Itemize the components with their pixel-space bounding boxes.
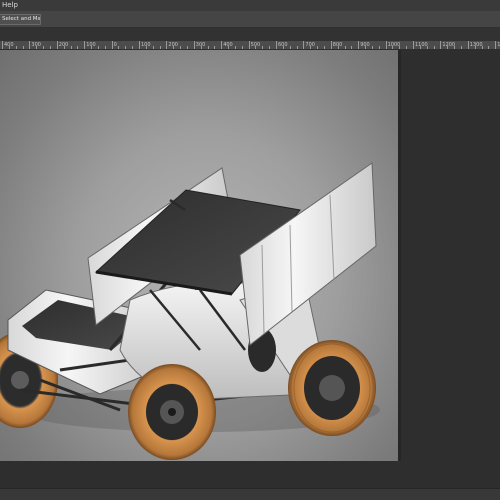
ruler-minor-tick [22,46,24,49]
menu-help[interactable]: Help [2,0,18,11]
ruler-minor-tick [132,46,134,49]
ruler-minor-tick [310,46,312,49]
ruler-minor-tick [159,46,161,49]
ruler-minor-tick [365,46,367,49]
ruler-major-tick [221,41,223,49]
ruler-major-tick [358,41,360,49]
ruler-major-tick [111,41,113,49]
ruler-minor-tick [392,46,394,49]
ruler-major-tick [330,41,332,49]
horizontal-ruler: 400 300 200 100 0 100 200 300 400 500 600 700 800 900… [0,41,500,50]
ruler-major-tick [139,41,140,49]
ruler-minor-tick [317,46,319,49]
sprint-car-illustration [0,162,380,460]
ruler-major-tick [2,41,3,49]
ruler-minor-tick [91,46,93,49]
ruler-major-tick [248,41,250,49]
ruler-major-tick [276,41,277,49]
ruler-minor-tick [399,46,401,49]
ruler-major-tick [84,41,86,49]
document-canvas[interactable] [0,50,398,461]
ruler-minor-tick [269,46,271,49]
ruler-minor-tick [454,46,456,49]
ruler-minor-tick [337,46,339,49]
ruler-minor-tick [481,46,483,49]
ruler-minor-tick [296,46,298,49]
ruler-minor-tick [323,46,325,49]
menu-bar: Help [0,0,500,11]
ruler-minor-tick [43,46,45,49]
ruler-minor-tick [344,46,346,49]
ruler-major-tick [413,41,414,49]
ruler-minor-tick [433,46,435,49]
ruler-major-tick [29,41,31,49]
ruler-minor-tick [152,46,154,49]
ruler-minor-tick [262,46,264,49]
ruler-minor-tick [419,46,421,49]
ruler-minor-tick [371,46,373,49]
ruler-minor-tick [474,46,476,49]
ruler-minor-tick [282,46,284,49]
ruler-minor-tick [488,46,490,49]
ruler-minor-tick [97,46,99,49]
ruler-minor-tick [49,46,51,49]
ruler-minor-tick [104,46,106,49]
document-tab-strip [0,28,500,41]
ruler-minor-tick [145,46,147,49]
ruler-major-tick [467,41,469,49]
ruler-major-tick [495,41,497,49]
ruler-minor-tick [406,46,408,49]
ruler-minor-tick [77,46,79,49]
status-bar [0,488,500,500]
document-edge [398,50,401,461]
ruler-label: 0 [113,42,117,48]
ruler-minor-tick [255,46,257,49]
ruler-minor-tick [180,46,182,49]
ruler-minor-tick [207,46,209,49]
select-and-mask-button[interactable]: Select and Mask... [0,14,41,25]
ruler-minor-tick [186,46,188,49]
ruler-major-tick [56,41,58,49]
canvas-area[interactable] [0,50,500,495]
ruler-minor-tick [200,46,202,49]
ruler-minor-tick [447,46,449,49]
ruler-minor-tick [460,46,462,49]
ruler-minor-tick [8,46,10,49]
ruler-minor-tick [15,46,17,49]
ruler-minor-tick [289,46,291,49]
ruler-minor-tick [426,46,428,49]
ruler-minor-tick [214,46,216,49]
ruler-minor-tick [63,46,65,49]
ruler-minor-tick [173,46,175,49]
ruler-major-tick [303,41,305,49]
ruler-minor-tick [378,46,380,49]
ruler-major-tick [385,41,387,49]
ruler-minor-tick [70,46,72,49]
ruler-minor-tick [36,46,38,49]
ruler-minor-tick [125,46,127,49]
ruler-minor-tick [351,46,353,49]
ruler-major-tick [193,41,195,49]
ruler-major-tick [166,41,168,49]
ruler-major-tick [440,41,442,49]
ruler-minor-tick [228,46,230,49]
ruler-minor-tick [118,46,120,49]
options-bar: Select and Mask... [0,11,500,28]
ruler-minor-tick [234,46,236,49]
ruler-minor-tick [241,46,243,49]
